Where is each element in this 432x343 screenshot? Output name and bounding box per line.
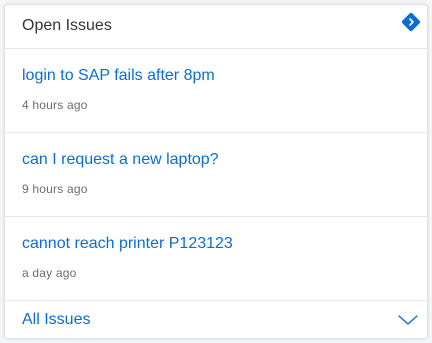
issue-timestamp: 4 hours ago [22, 98, 88, 112]
issue-title-link[interactable]: can I request a new laptop? [22, 151, 219, 169]
issue-title-link[interactable]: login to SAP fails after 8pm [22, 67, 215, 85]
issue-timestamp: 9 hours ago [22, 182, 88, 196]
issue-list-item[interactable]: cannot reach printer P123123 a day ago [5, 217, 427, 301]
issue-timestamp: a day ago [22, 266, 77, 280]
issue-title-link[interactable]: cannot reach printer P123123 [22, 235, 233, 253]
chevron-down-icon[interactable] [397, 313, 419, 327]
diamond-navigation-icon[interactable] [400, 11, 422, 33]
open-issues-card: Open Issues login to SAP fails after 8pm… [4, 4, 428, 339]
issue-list-item[interactable]: login to SAP fails after 8pm 4 hours ago [5, 49, 427, 133]
all-issues-link[interactable]: All Issues [22, 311, 90, 329]
all-issues-footer[interactable]: All Issues [5, 301, 427, 339]
issue-list-item[interactable]: can I request a new laptop? 9 hours ago [5, 133, 427, 217]
card-title: Open Issues [22, 17, 112, 34]
card-header: Open Issues [5, 5, 427, 49]
